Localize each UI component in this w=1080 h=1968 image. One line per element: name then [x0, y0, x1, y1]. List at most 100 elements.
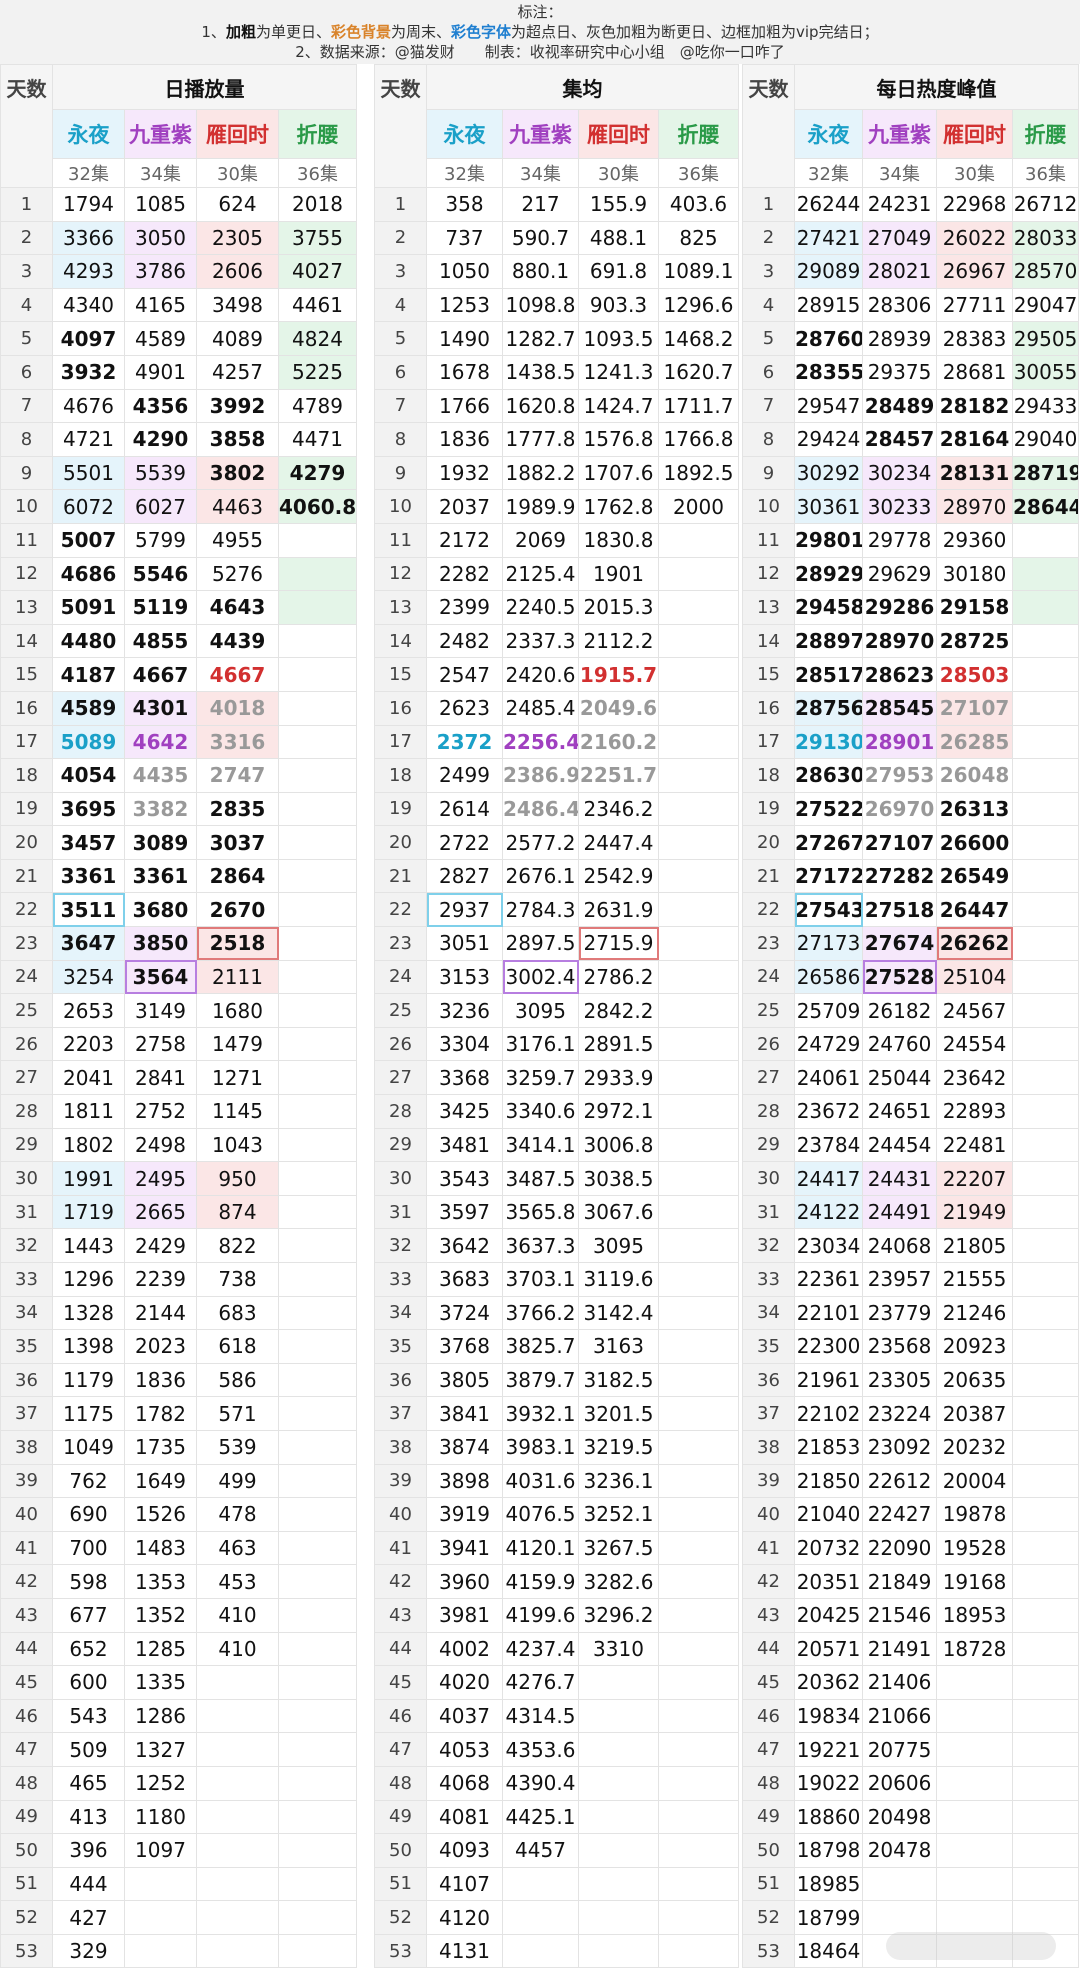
value-cell: 21491: [863, 1632, 937, 1666]
table-row: 37221022322420387: [743, 1397, 1079, 1431]
value-cell: 3252.1: [579, 1498, 659, 1532]
value-cell: [659, 1464, 739, 1498]
value-cell: 24417: [795, 1162, 863, 1196]
value-cell: 1424.7: [579, 389, 659, 423]
value-cell: 1707.6: [579, 456, 659, 490]
value-cell: 21066: [863, 1699, 937, 1733]
day-number: 10: [1, 490, 53, 524]
day-number: 51: [743, 1867, 795, 1901]
table-row: 2633043176.12891.5: [375, 1027, 739, 1061]
value-cell: 2841: [125, 1061, 197, 1095]
value-cell: 2256.4: [503, 725, 579, 759]
day-number: 41: [743, 1531, 795, 1565]
table-row: 12289292962930180: [743, 557, 1079, 591]
value-cell: 3219.5: [579, 1430, 659, 1464]
value-cell: 4356: [125, 389, 197, 423]
value-cell: 5089: [53, 725, 125, 759]
value-cell: 488.1: [579, 221, 659, 255]
day-number: 27: [743, 1061, 795, 1095]
value-cell: 21850: [795, 1464, 863, 1498]
day-number: 45: [743, 1666, 795, 1700]
show-name-header: 折腰: [1013, 110, 1079, 159]
show-name-header: 折腰: [659, 110, 739, 159]
table-row: 1626232485.42049.6: [375, 691, 739, 725]
value-cell: [1013, 591, 1079, 625]
value-cell: [279, 792, 357, 826]
value-cell: 1882.2: [503, 456, 579, 490]
value-cell: 20498: [863, 1800, 937, 1834]
value-cell: [279, 523, 357, 557]
value-cell: [279, 1498, 357, 1532]
day-number: 28: [743, 1095, 795, 1129]
table-row: 930292302342813128719: [743, 456, 1079, 490]
day-number: 52: [1, 1901, 53, 1935]
value-cell: [659, 1061, 739, 1095]
table-row: 1020371989.91762.82000: [375, 490, 739, 524]
value-cell: 22090: [863, 1531, 937, 1565]
value-cell: [279, 759, 357, 793]
table-row: 397621649499: [1, 1464, 357, 1498]
value-cell: [1013, 960, 1079, 994]
value-cell: 2606: [197, 255, 279, 289]
value-cell: 26447: [937, 893, 1013, 927]
day-number: 36: [375, 1363, 427, 1397]
value-cell: [279, 1229, 357, 1263]
value-cell: 3766.2: [503, 1296, 579, 1330]
value-cell: 20571: [795, 1632, 863, 1666]
table-row: 717661620.81424.71711.7: [375, 389, 739, 423]
value-cell: 4301: [125, 691, 197, 725]
value-cell: 28306: [863, 288, 937, 322]
value-cell: 1991: [53, 1162, 125, 1196]
value-cell: 1794: [53, 188, 125, 222]
value-cell: 1043: [197, 1128, 279, 1162]
value-cell: 3487.5: [503, 1162, 579, 1196]
value-cell: [197, 1867, 279, 1901]
day-number: 20: [743, 826, 795, 860]
day-number: 36: [743, 1363, 795, 1397]
value-cell: 24554: [937, 1027, 1013, 1061]
value-cell: [659, 1800, 739, 1834]
value-cell: 4097: [53, 322, 125, 356]
day-number: 37: [375, 1397, 427, 1431]
episode-count: 30集: [197, 159, 279, 188]
value-cell: 1766.8: [659, 423, 739, 457]
value-cell: 4353.6: [503, 1733, 579, 1767]
table-row: 3938984031.63236.1: [375, 1464, 739, 1498]
value-cell: 690: [53, 1498, 125, 1532]
table-row: 503961097: [1, 1834, 357, 1868]
show-name-header: 雁回时: [197, 110, 279, 159]
value-cell: [937, 1834, 1013, 1868]
value-cell: 1777.8: [503, 423, 579, 457]
day-number: 9: [743, 456, 795, 490]
value-cell: 2577.2: [503, 826, 579, 860]
day-number: 43: [375, 1598, 427, 1632]
value-cell: 1353: [125, 1565, 197, 1599]
value-cell: 5091: [53, 591, 125, 625]
table-row: 29237842445422481: [743, 1128, 1079, 1162]
value-cell: 3564: [125, 960, 197, 994]
value-cell: 5539: [125, 456, 197, 490]
value-cell: 29505: [1013, 322, 1079, 356]
table-row: 3413282144683: [1, 1296, 357, 1330]
table-row: 2431533002.42786.2: [375, 960, 739, 994]
day-number: 52: [375, 1901, 427, 1935]
value-cell: 5007: [53, 523, 125, 557]
table-row: 38218532309220232: [743, 1430, 1079, 1464]
value-cell: 2399: [427, 591, 503, 625]
value-cell: 28033: [1013, 221, 1079, 255]
day-number: 23: [743, 927, 795, 961]
value-cell: 3067.6: [579, 1195, 659, 1229]
show-name-header: 雁回时: [579, 110, 659, 159]
value-cell: 1438.5: [503, 355, 579, 389]
day-number: 31: [1, 1195, 53, 1229]
table-row: 452036221406: [743, 1666, 1079, 1700]
day-number: 15: [743, 658, 795, 692]
value-cell: [125, 1901, 197, 1935]
value-cell: 27107: [937, 691, 1013, 725]
table-row: 74676435639924789: [1, 389, 357, 423]
value-cell: 2023: [125, 1330, 197, 1364]
value-cell: 4643: [197, 591, 279, 625]
value-cell: 3481: [427, 1128, 503, 1162]
value-cell: 2614: [427, 792, 503, 826]
value-cell: 1620.8: [503, 389, 579, 423]
